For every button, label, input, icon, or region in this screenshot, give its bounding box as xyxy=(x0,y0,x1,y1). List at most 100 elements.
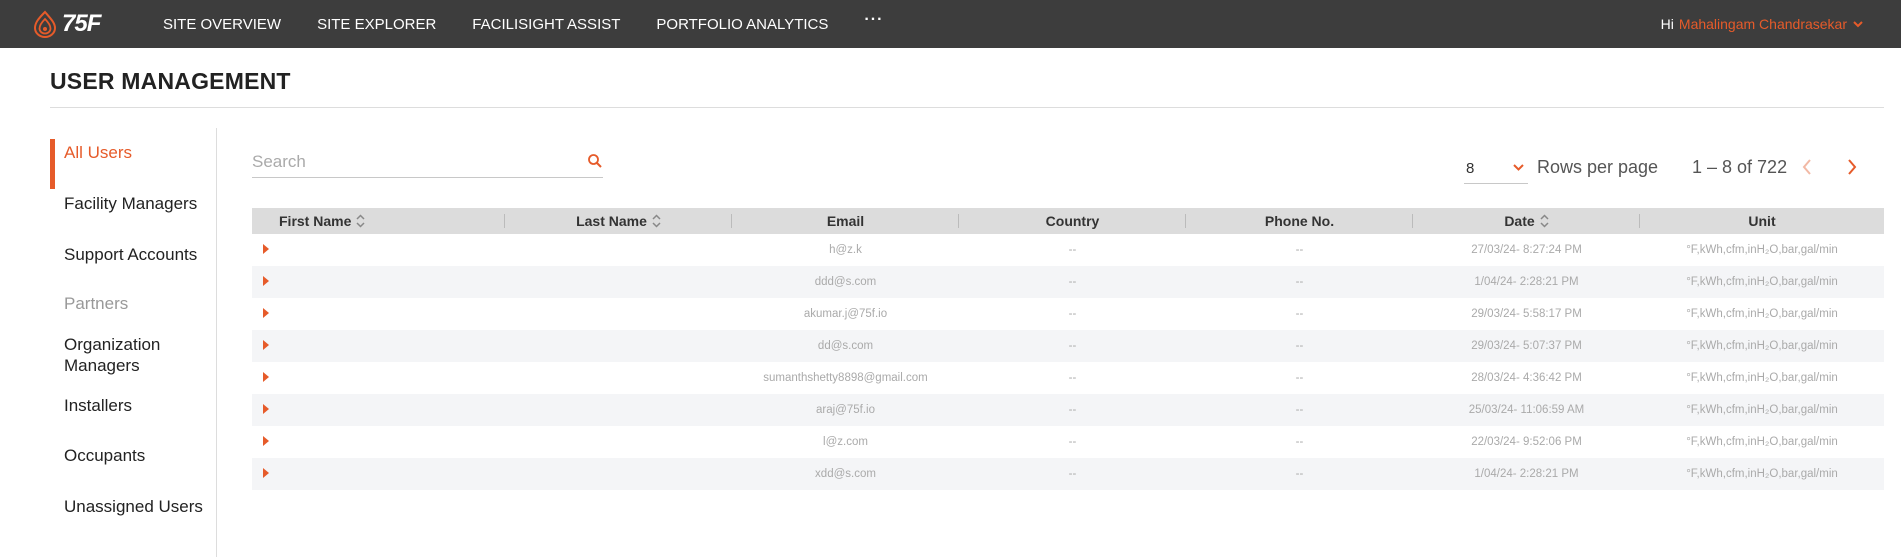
email-cell: dd@s.com xyxy=(817,340,874,352)
table-row[interactable]: dd@s.com -- -- 29/03/24- 5:07:37 PM °F,kWh,c… xyxy=(252,330,1884,362)
date-cell: 29/03/24- 5:58:17 PM xyxy=(1471,308,1582,320)
chevron-right-icon[interactable] xyxy=(1844,157,1860,177)
unit-cell: °F,kWh,cfm,inH₂O,bar,gal/min xyxy=(1686,276,1838,288)
column-header-country: Country xyxy=(959,208,1186,234)
table-row[interactable]: l@z.com -- -- 22/03/24- 9:52:06 PM °F,kWh,cf… xyxy=(252,426,1884,458)
phone-cell: -- xyxy=(1295,308,1304,320)
sidebar-divider xyxy=(216,128,217,557)
nav-portfolio-analytics[interactable]: PORTFOLIO ANALYTICS xyxy=(656,16,828,33)
column-header-date[interactable]: Date xyxy=(1413,208,1640,234)
rows-per-page-select[interactable]: 8 xyxy=(1464,154,1528,184)
users-table: First Name Last Name Email Country Phone… xyxy=(252,208,1884,490)
email-cell: akumar.j@75f.io xyxy=(803,308,888,320)
first-name-cell xyxy=(252,275,505,289)
date-cell: 29/03/24- 5:07:37 PM xyxy=(1471,340,1582,352)
first-name-cell xyxy=(252,339,505,353)
menu-organization-managers-line1: Organization xyxy=(64,335,161,354)
unit-cell: °F,kWh,cfm,inH₂O,bar,gal/min xyxy=(1686,436,1838,448)
pagination-range: 1 – 8 of 722 xyxy=(1692,157,1788,177)
sort-icon[interactable] xyxy=(356,214,365,228)
unit-cell: °F,kWh,cfm,inH₂O,bar,gal/min xyxy=(1686,372,1838,384)
menu-installers[interactable]: Installers xyxy=(50,396,132,416)
table-body: h@z.k -- -- 27/03/24- 8:27:24 PM °F,kWh,cfm,… xyxy=(252,234,1884,490)
first-name-cell xyxy=(252,243,505,257)
expand-row-icon[interactable] xyxy=(262,435,270,446)
date-cell: 22/03/24- 9:52:06 PM xyxy=(1471,436,1582,448)
phone-cell: -- xyxy=(1295,436,1304,448)
table-header: First Name Last Name Email Country Phone… xyxy=(252,208,1884,234)
email-cell: ddd@s.com xyxy=(814,276,877,288)
column-header-unit: Unit xyxy=(1748,213,1776,229)
email-cell: sumanthshetty8898@gmail.com xyxy=(763,372,928,384)
column-header-last-name[interactable]: Last Name xyxy=(505,208,732,234)
expand-row-icon[interactable] xyxy=(262,243,270,254)
brand-logo[interactable]: 75F xyxy=(32,10,101,38)
phone-cell: -- xyxy=(1295,372,1304,384)
first-name-cell xyxy=(252,307,505,321)
nav-facilisight-assist[interactable]: FACILISIGHT ASSIST xyxy=(472,16,620,33)
menu-all-users[interactable]: All Users xyxy=(50,139,132,189)
table-row[interactable]: xdd@s.com -- -- 1/04/24- 2:28:21 PM °F,kWh,c… xyxy=(252,458,1884,490)
chevron-down-icon[interactable] xyxy=(1853,20,1863,28)
expand-row-icon[interactable] xyxy=(262,307,270,318)
table-row[interactable]: akumar.j@75f.io -- -- 29/03/24- 5:58:17 PM °… xyxy=(252,298,1884,330)
menu-unassigned-users[interactable]: Unassigned Users xyxy=(50,497,203,517)
user-name[interactable]: Mahalingam Chandrasekar xyxy=(1679,16,1847,32)
expand-row-icon[interactable] xyxy=(262,403,270,414)
user-menu[interactable]: Hi Mahalingam Chandrasekar xyxy=(1661,0,1863,48)
unit-cell: °F,kWh,cfm,inH₂O,bar,gal/min xyxy=(1686,340,1838,352)
column-header-phone: Phone No. xyxy=(1186,208,1413,234)
country-cell: -- xyxy=(1068,276,1077,288)
country-cell: -- xyxy=(1068,404,1077,416)
column-label: Date xyxy=(1504,213,1535,229)
phone-cell: -- xyxy=(1295,404,1304,416)
menu-occupants[interactable]: Occupants xyxy=(50,446,145,466)
date-cell: 27/03/24- 8:27:24 PM xyxy=(1471,244,1582,256)
country-cell: -- xyxy=(1068,244,1077,256)
menu-facility-managers[interactable]: Facility Managers xyxy=(50,194,197,214)
table-row[interactable]: h@z.k -- -- 27/03/24- 8:27:24 PM °F,kWh,cfm,… xyxy=(252,234,1884,266)
menu-support-accounts[interactable]: Support Accounts xyxy=(50,245,197,265)
chevron-left-icon[interactable] xyxy=(1799,157,1815,177)
phone-cell: -- xyxy=(1295,468,1304,480)
search-icon[interactable] xyxy=(587,153,603,169)
menu-organization-managers[interactable]: Organization Managers xyxy=(50,334,160,376)
phone-cell: -- xyxy=(1295,340,1304,352)
page-title: USER MANAGEMENT xyxy=(50,68,291,94)
date-cell: 1/04/24- 2:28:21 PM xyxy=(1474,468,1579,480)
expand-row-icon[interactable] xyxy=(262,339,270,350)
column-header-first-name[interactable]: First Name xyxy=(252,208,505,234)
first-name-cell xyxy=(252,435,505,449)
email-cell: xdd@s.com xyxy=(815,468,876,480)
nav-more-menu-icon[interactable]: ··· xyxy=(864,11,883,29)
unit-cell: °F,kWh,cfm,inH₂O,bar,gal/min xyxy=(1686,244,1838,256)
email-cell: l@z.com xyxy=(823,436,868,448)
expand-row-icon[interactable] xyxy=(262,467,270,478)
expand-row-icon[interactable] xyxy=(262,275,270,286)
date-cell: 1/04/24- 2:28:21 PM xyxy=(1474,276,1579,288)
first-name-cell xyxy=(252,403,505,417)
search-input[interactable] xyxy=(252,148,572,176)
sort-icon[interactable] xyxy=(652,214,661,228)
country-cell: -- xyxy=(1068,308,1077,320)
phone-cell: -- xyxy=(1295,276,1304,288)
flame-logo-icon xyxy=(33,10,57,38)
title-divider xyxy=(50,107,1884,108)
table-row[interactable]: araj@75f.io -- -- 25/03/24- 11:06:59 AM °F,k… xyxy=(252,394,1884,426)
nav-site-overview[interactable]: SITE OVERVIEW xyxy=(163,16,281,33)
country-cell: -- xyxy=(1068,340,1077,352)
table-row[interactable]: ddd@s.com -- -- 1/04/24- 2:28:21 PM °F,kWh,c… xyxy=(252,266,1884,298)
nav-site-explorer[interactable]: SITE EXPLORER xyxy=(317,16,436,33)
column-label: Last Name xyxy=(576,213,647,229)
expand-row-icon[interactable] xyxy=(262,371,270,382)
unit-cell: °F,kWh,cfm,inH₂O,bar,gal/min xyxy=(1686,404,1838,416)
search-box xyxy=(252,148,603,178)
first-name-cell xyxy=(252,371,505,385)
menu-organization-managers-line2: Managers xyxy=(64,356,140,375)
date-cell: 25/03/24- 11:06:59 AM xyxy=(1468,404,1585,416)
greeting-text: Hi xyxy=(1660,16,1674,32)
sort-icon[interactable] xyxy=(1540,214,1549,228)
rows-per-page-value: 8 xyxy=(1466,160,1475,177)
table-row[interactable]: sumanthshetty8898@gmail.com -- -- 28/03/24-… xyxy=(252,362,1884,394)
date-cell: 28/03/24- 4:36:42 PM xyxy=(1471,372,1582,384)
